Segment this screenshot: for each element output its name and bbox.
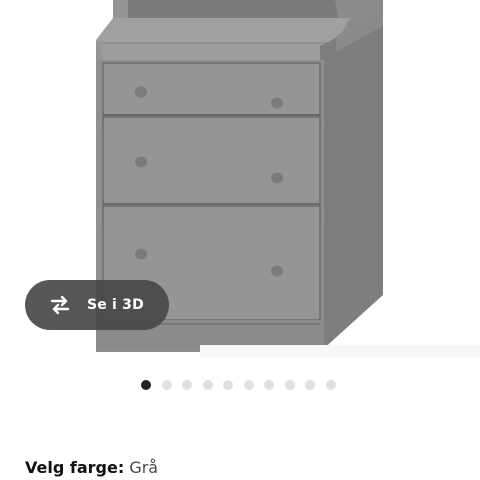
carousel-dot-active[interactable]: [141, 380, 151, 390]
carousel-dot[interactable]: [202, 380, 213, 390]
rotate-3d-icon: [45, 293, 75, 317]
carousel-dot[interactable]: [325, 380, 336, 390]
color-selector-value: Grå: [129, 458, 159, 477]
carousel-dot[interactable]: [305, 380, 315, 390]
carousel-dot[interactable]: [284, 380, 295, 390]
carousel-dot[interactable]: [223, 380, 233, 390]
carousel-dot[interactable]: [161, 380, 172, 390]
view-in-3d-button[interactable]: Se i 3D: [25, 280, 169, 330]
view-in-3d-label: Se i 3D: [87, 297, 144, 313]
product-page: Se i 3D Velg farge: Grå: [0, 0, 480, 480]
carousel-dot[interactable]: [264, 380, 274, 390]
color-selector[interactable]: Velg farge: Grå: [25, 457, 158, 479]
image-carousel-dots: [141, 378, 346, 392]
carousel-dot[interactable]: [182, 380, 192, 390]
carousel-dot[interactable]: [243, 380, 254, 390]
color-selector-label: Velg farge:: [25, 458, 125, 477]
